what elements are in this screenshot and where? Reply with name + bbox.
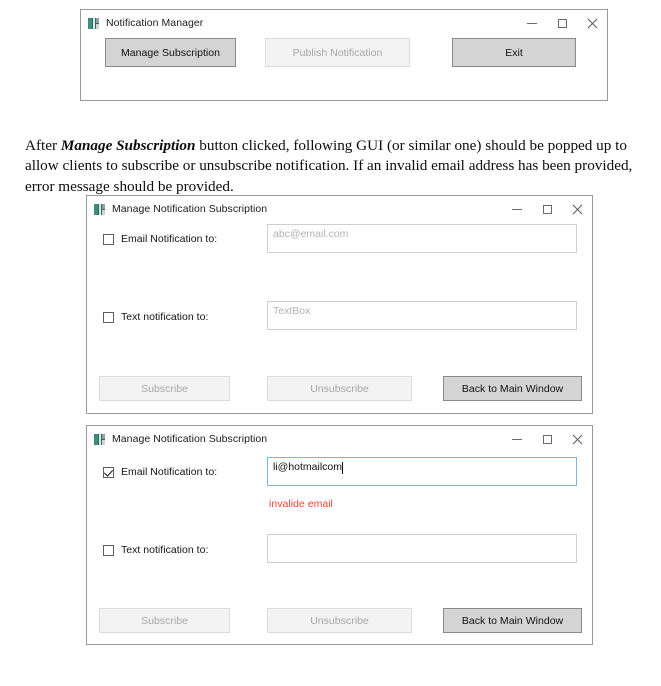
paragraph-emphasis: Manage Subscription: [60, 137, 196, 155]
window-title: Manage Notification Subscription: [112, 203, 268, 215]
close-button[interactable]: [562, 426, 592, 452]
text-notification-checkbox-row[interactable]: Text notification to:: [103, 544, 208, 556]
email-notification-label: Email Notification to:: [121, 233, 218, 245]
text-input-placeholder: TextBox: [273, 305, 311, 317]
close-icon: [587, 18, 598, 29]
unsubscribe-button[interactable]: Unsubscribe: [267, 608, 412, 633]
text-caret: [342, 462, 344, 474]
text-notification-checkbox[interactable]: [103, 544, 114, 556]
manage-subscription-button[interactable]: Manage Subscription: [105, 38, 236, 67]
email-notification-checkbox-row[interactable]: Email Notification to:: [103, 233, 217, 245]
app-icon: [94, 433, 105, 445]
subscribe-button[interactable]: Subscribe: [99, 376, 230, 401]
titlebar: Notification Manager: [81, 10, 607, 36]
maximize-icon: [542, 204, 552, 214]
email-input-placeholder: abc@email.com: [273, 228, 349, 240]
window-title: Manage Notification Subscription: [112, 433, 268, 445]
maximize-icon: [542, 434, 552, 444]
email-input[interactable]: abc@email.com: [267, 224, 577, 253]
text-input[interactable]: TextBox: [267, 301, 577, 330]
subscribe-button[interactable]: Subscribe: [99, 608, 230, 633]
close-icon: [572, 204, 583, 215]
paragraph-prefix: After: [25, 137, 61, 155]
unsubscribe-button[interactable]: Unsubscribe: [267, 376, 412, 401]
maximize-button[interactable]: [532, 426, 562, 452]
minimize-icon: [512, 438, 522, 440]
text-notification-label: Text notification to:: [121, 311, 209, 323]
window-controls: [517, 10, 607, 36]
minimize-icon: [512, 208, 522, 210]
back-to-main-window-button[interactable]: Back to Main Window: [443, 376, 582, 401]
email-notification-checkbox[interactable]: [103, 233, 114, 245]
app-icon: [94, 203, 105, 215]
text-input[interactable]: [267, 534, 577, 563]
text-notification-label: Text notification to:: [121, 544, 209, 556]
app-icon: [88, 17, 99, 29]
text-notification-checkbox[interactable]: [103, 311, 114, 323]
maximize-button[interactable]: [547, 10, 577, 36]
minimize-icon: [527, 22, 537, 24]
publish-notification-button[interactable]: Publish Notification: [265, 38, 410, 67]
window-title: Notification Manager: [106, 17, 204, 29]
close-button[interactable]: [562, 196, 592, 222]
email-error-message: invalide email: [269, 498, 333, 510]
maximize-icon: [557, 18, 567, 28]
window-notification-manager: Notification Manager Manage Subscription…: [80, 9, 608, 101]
minimize-button[interactable]: [517, 10, 547, 36]
titlebar: Manage Notification Subscription: [87, 196, 592, 222]
titlebar: Manage Notification Subscription: [87, 426, 592, 452]
email-input-value: li@hotmailcom: [273, 461, 343, 473]
window-manage-subscription-error: Manage Notification Subscription Email N…: [86, 425, 593, 645]
email-notification-checkbox-row[interactable]: Email Notification to:: [103, 466, 217, 478]
email-notification-label: Email Notification to:: [121, 466, 218, 478]
window-manage-subscription-empty: Manage Notification Subscription Email N…: [86, 195, 593, 414]
exit-button[interactable]: Exit: [452, 38, 576, 67]
minimize-button[interactable]: [502, 196, 532, 222]
email-input[interactable]: li@hotmailcom: [267, 457, 577, 486]
back-to-main-window-button[interactable]: Back to Main Window: [443, 608, 582, 633]
email-notification-checkbox[interactable]: [103, 466, 114, 478]
text-notification-checkbox-row[interactable]: Text notification to:: [103, 311, 208, 323]
window-controls: [502, 426, 592, 452]
description-paragraph: After Manage Subscription button clicked…: [25, 136, 647, 197]
minimize-button[interactable]: [502, 426, 532, 452]
close-icon: [572, 434, 583, 445]
close-button[interactable]: [577, 10, 607, 36]
window-controls: [502, 196, 592, 222]
maximize-button[interactable]: [532, 196, 562, 222]
